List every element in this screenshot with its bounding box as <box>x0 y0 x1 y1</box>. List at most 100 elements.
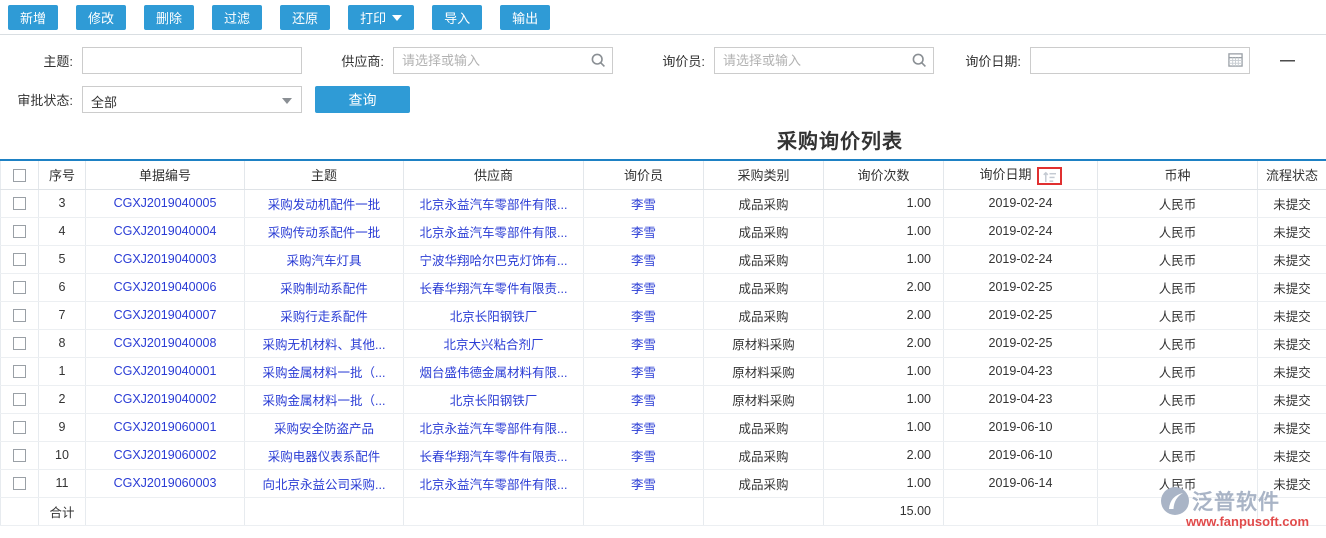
subject-link[interactable]: 向北京永益公司采购... <box>245 469 404 497</box>
row-checkbox[interactable] <box>13 281 26 294</box>
subject-link[interactable]: 采购金属材料一批（... <box>245 357 404 385</box>
filter-button[interactable]: 过滤 <box>212 5 262 30</box>
print-dropdown-caret-icon <box>392 15 402 21</box>
export-button[interactable]: 输出 <box>500 5 550 30</box>
doc-no-link[interactable]: CGXJ2019040007 <box>86 301 245 329</box>
total-category-cell <box>704 497 824 525</box>
row-checkbox[interactable] <box>13 477 26 490</box>
supplier-link[interactable]: 北京大兴粘合剂厂 <box>404 329 584 357</box>
supplier-link[interactable]: 北京长阳钢铁厂 <box>404 385 584 413</box>
subject-link[interactable]: 采购行走系配件 <box>245 301 404 329</box>
inquirer-link[interactable]: 李雪 <box>584 189 704 217</box>
approval-status-select[interactable]: 全部 <box>82 86 302 113</box>
supplier-input[interactable] <box>393 47 613 74</box>
supplier-link[interactable]: 北京永益汽车零部件有限... <box>404 469 584 497</box>
doc-no-link[interactable]: CGXJ2019040008 <box>86 329 245 357</box>
doc-no-link[interactable]: CGXJ2019060003 <box>86 469 245 497</box>
supplier-link[interactable]: 北京永益汽车零部件有限... <box>404 413 584 441</box>
header-status[interactable]: 流程状态 <box>1258 160 1326 189</box>
purchase-inquiry-page: 新增 修改 删除 过滤 还原 打印 导入 输出 主题: 供应商: 询价员: <box>0 0 1326 538</box>
subject-link[interactable]: 采购发动机配件一批 <box>245 189 404 217</box>
inquirer-link[interactable]: 李雪 <box>584 273 704 301</box>
row-checkbox[interactable] <box>13 449 26 462</box>
inquiry-date-input[interactable] <box>1030 47 1250 74</box>
doc-no-link[interactable]: CGXJ2019060001 <box>86 413 245 441</box>
doc-no-link[interactable]: CGXJ2019040003 <box>86 245 245 273</box>
supplier-link[interactable]: 宁波华翔哈尔巴克灯饰有... <box>404 245 584 273</box>
supplier-link[interactable]: 北京长阳钢铁厂 <box>404 301 584 329</box>
inquirer-link[interactable]: 李雪 <box>584 245 704 273</box>
sort-highlight-box[interactable] <box>1037 167 1062 185</box>
row-checkbox[interactable] <box>13 225 26 238</box>
doc-no-link[interactable]: CGXJ2019040002 <box>86 385 245 413</box>
inquirer-link[interactable]: 李雪 <box>584 301 704 329</box>
header-inquirer[interactable]: 询价员 <box>584 160 704 189</box>
inquirer-link[interactable]: 李雪 <box>584 329 704 357</box>
row-checkbox[interactable] <box>13 309 26 322</box>
doc-no-link[interactable]: CGXJ2019040005 <box>86 189 245 217</box>
subject-link[interactable]: 采购无机材料、其他... <box>245 329 404 357</box>
select-all-checkbox[interactable] <box>13 169 26 182</box>
calendar-icon[interactable] <box>1228 52 1243 72</box>
doc-no-link[interactable]: CGXJ2019060002 <box>86 441 245 469</box>
inquirer-link[interactable]: 李雪 <box>584 217 704 245</box>
header-count[interactable]: 询价次数 <box>824 160 944 189</box>
subject-input[interactable] <box>82 47 302 74</box>
total-label-cell: 合计 <box>39 497 86 525</box>
header-date[interactable]: 询价日期 <box>944 160 1098 189</box>
supplier-link[interactable]: 长春华翔汽车零件有限责... <box>404 273 584 301</box>
header-supplier[interactable]: 供应商 <box>404 160 584 189</box>
doc-no-link[interactable]: CGXJ2019040004 <box>86 217 245 245</box>
inquirer-link[interactable]: 李雪 <box>584 469 704 497</box>
inquirer-input[interactable] <box>714 47 934 74</box>
query-button-label: 查询 <box>349 92 377 108</box>
supplier-search-icon[interactable] <box>590 52 606 73</box>
edit-button[interactable]: 修改 <box>76 5 126 30</box>
inquirer-link[interactable]: 李雪 <box>584 357 704 385</box>
row-checkbox[interactable] <box>13 337 26 350</box>
doc-no-link[interactable]: CGXJ2019040001 <box>86 357 245 385</box>
add-button[interactable]: 新增 <box>8 5 58 30</box>
add-button-label: 新增 <box>20 8 46 27</box>
supplier-link[interactable]: 烟台盛伟德金属材料有限... <box>404 357 584 385</box>
subject-link[interactable]: 采购汽车灯具 <box>245 245 404 273</box>
count-cell: 2.00 <box>824 441 944 469</box>
inquirer-search-icon[interactable] <box>911 52 927 73</box>
query-button[interactable]: 查询 <box>315 86 410 113</box>
count-cell: 1.00 <box>824 357 944 385</box>
inquirer-link[interactable]: 李雪 <box>584 441 704 469</box>
row-checkbox[interactable] <box>13 197 26 210</box>
restore-button[interactable]: 还原 <box>280 5 330 30</box>
table-row: 6CGXJ2019040006采购制动系配件长春华翔汽车零件有限责...李雪成品… <box>1 273 1326 301</box>
row-checkbox[interactable] <box>13 253 26 266</box>
row-checkbox-cell <box>1 217 39 245</box>
header-category[interactable]: 采购类别 <box>704 160 824 189</box>
subject-link[interactable]: 采购安全防盗产品 <box>245 413 404 441</box>
header-doc-no[interactable]: 单据编号 <box>86 160 245 189</box>
subject-link[interactable]: 采购电器仪表系配件 <box>245 441 404 469</box>
print-button[interactable]: 打印 <box>348 5 414 30</box>
supplier-link[interactable]: 北京永益汽车零部件有限... <box>404 189 584 217</box>
status-cell: 未提交 <box>1258 245 1326 273</box>
subject-link[interactable]: 采购传动系配件一批 <box>245 217 404 245</box>
header-subject[interactable]: 主题 <box>245 160 404 189</box>
supplier-link[interactable]: 北京永益汽车零部件有限... <box>404 217 584 245</box>
delete-button[interactable]: 删除 <box>144 5 194 30</box>
row-seq: 7 <box>39 301 86 329</box>
inquirer-link[interactable]: 李雪 <box>584 413 704 441</box>
subject-link[interactable]: 采购制动系配件 <box>245 273 404 301</box>
row-checkbox[interactable] <box>13 393 26 406</box>
toolbar: 新增 修改 删除 过滤 还原 打印 导入 输出 <box>0 0 1326 35</box>
header-currency[interactable]: 币种 <box>1098 160 1258 189</box>
row-seq: 10 <box>39 441 86 469</box>
doc-no-link[interactable]: CGXJ2019040006 <box>86 273 245 301</box>
table-row: 7CGXJ2019040007采购行走系配件北京长阳钢铁厂李雪成品采购2.002… <box>1 301 1326 329</box>
row-checkbox[interactable] <box>13 421 26 434</box>
row-checkbox[interactable] <box>13 365 26 378</box>
import-button[interactable]: 导入 <box>432 5 482 30</box>
inquirer-link[interactable]: 李雪 <box>584 385 704 413</box>
row-checkbox-cell <box>1 273 39 301</box>
category-cell: 成品采购 <box>704 189 824 217</box>
supplier-link[interactable]: 长春华翔汽车零件有限责... <box>404 441 584 469</box>
subject-link[interactable]: 采购金属材料一批（... <box>245 385 404 413</box>
